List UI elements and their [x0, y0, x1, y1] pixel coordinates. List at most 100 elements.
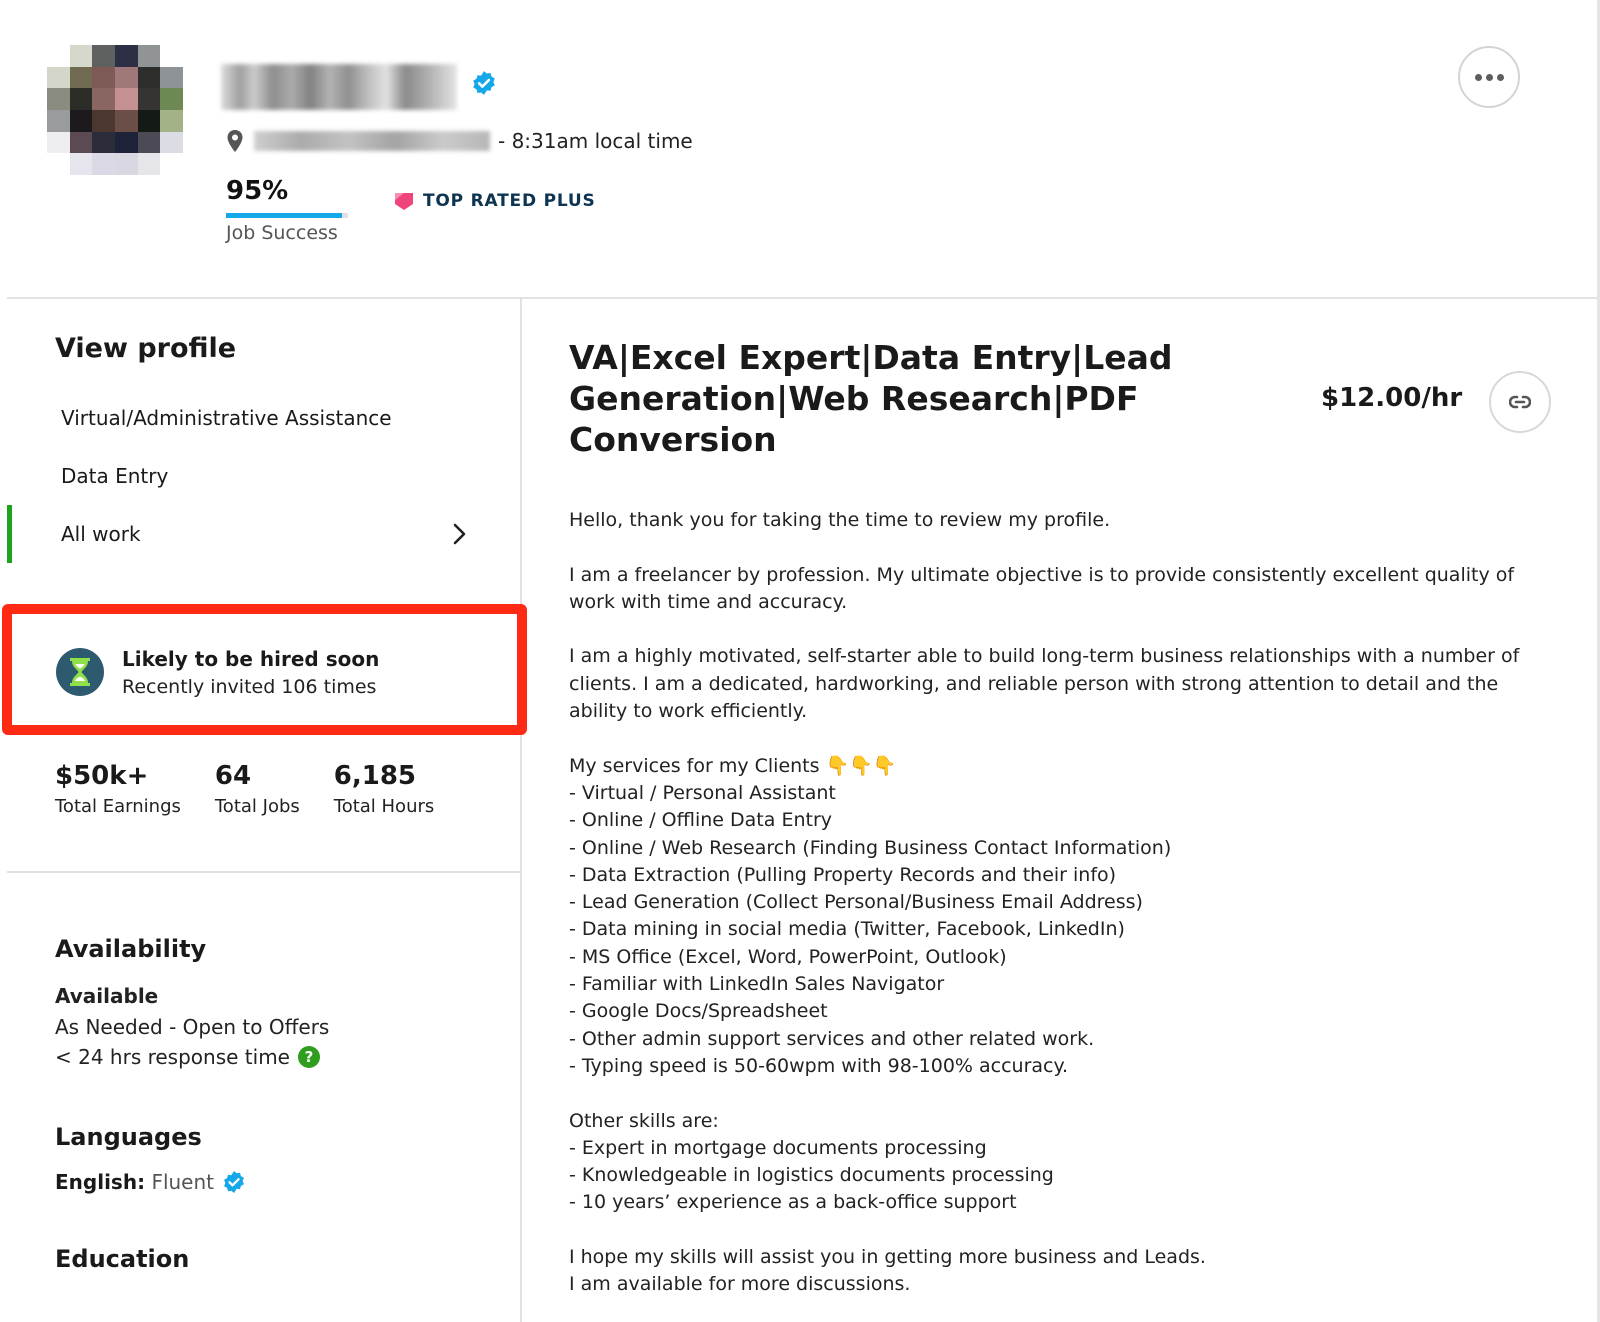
language-item: English: Fluent	[55, 1170, 246, 1194]
avatar-pixel	[137, 66, 161, 89]
stat-label: Total Hours	[333, 796, 435, 817]
avatar-pixel	[92, 153, 115, 175]
stat-label: Total Jobs	[214, 796, 300, 817]
avatar-pixel	[137, 131, 161, 154]
avatar-pixel	[47, 153, 70, 175]
stat-value: 6,185	[333, 761, 417, 791]
avatar	[47, 45, 183, 175]
overview-line: - Data Extraction (Pulling Property Reco…	[569, 863, 1117, 886]
help-question-icon[interactable]: ?	[297, 1046, 320, 1068]
location-row: - 8:31am local time	[226, 126, 693, 156]
stat-value: $50k+	[55, 761, 149, 791]
ellipsis-icon	[1496, 73, 1504, 81]
response-time-row: < 24 hrs response time ?	[55, 1045, 320, 1069]
nav-item-label: All work	[61, 522, 141, 546]
overview-line: Other skills are:	[569, 1109, 719, 1132]
verified-badge-icon	[473, 71, 495, 95]
overview-line: - 10 years’ experience as a back-office …	[569, 1191, 1017, 1214]
stat-total-earnings: $50k+ Total Earnings	[55, 759, 181, 821]
overview-line: - Familiar with LinkedIn Sales Navigator	[569, 973, 945, 996]
overview-line: I am a freelancer by profession. My ulti…	[569, 563, 1515, 613]
avatar-pixel	[137, 109, 161, 132]
verified-badge-icon	[224, 1171, 244, 1193]
overview-line: - Lead Generation (Collect Personal/Busi…	[569, 891, 1143, 914]
nav-item-label: Virtual/Administrative Assistance	[61, 406, 392, 430]
avatar-pixel	[92, 131, 115, 154]
avatar-pixel	[160, 109, 183, 132]
avatar-pixel	[92, 45, 115, 67]
avatar-pixel	[114, 131, 138, 154]
hourglass-icon	[56, 648, 104, 696]
avatar-pixel	[47, 109, 70, 132]
overview-line: - Other admin support services and other…	[569, 1027, 1095, 1050]
stat-label: Total Earnings	[55, 796, 181, 817]
avatar-pixel	[69, 88, 93, 110]
ellipsis-icon	[1474, 73, 1482, 81]
job-success-label: Job Success	[226, 222, 338, 244]
overview-line: I am a highly motivated, self-starter ab…	[569, 645, 1520, 723]
avatar-pixel	[47, 45, 70, 67]
freelancer-name-redacted	[221, 64, 457, 110]
profile-overview: Hello, thank you for taking the time to …	[569, 507, 1559, 1299]
avatar-pixel	[47, 131, 70, 154]
job-success-value: 95%	[226, 176, 289, 206]
nav-item-data-entry[interactable]: Data Entry	[0, 447, 520, 505]
copy-link-button[interactable]	[1489, 371, 1551, 433]
stat-total-hours: 6,185 Total Hours	[334, 759, 435, 821]
nav-item-virtual-admin[interactable]: Virtual/Administrative Assistance	[0, 389, 520, 447]
avatar-pixel	[137, 45, 161, 67]
avatar-pixel	[69, 45, 93, 67]
avatar-pixel	[160, 66, 183, 89]
profile-title: VA|Excel Expert|Data Entry|Lead Generati…	[569, 338, 1173, 459]
overview-line: - Typing speed is 50-60wpm with 98-100% …	[569, 1054, 1069, 1077]
more-options-button[interactable]	[1458, 46, 1520, 108]
avatar-pixel	[69, 66, 93, 89]
avatar-pixel	[137, 153, 161, 175]
availability-schedule: As Needed - Open to Offers	[55, 1015, 330, 1039]
view-profile-heading: View profile	[55, 333, 237, 364]
overview-line: - Knowledgeable in logistics documents p…	[569, 1164, 1054, 1187]
hourly-rate: $12.00/hr	[1321, 383, 1463, 413]
hire-notice-subtitle: Recently invited 106 times	[122, 676, 377, 698]
avatar-pixel	[114, 153, 138, 175]
avatar-pixel	[92, 109, 115, 132]
avatar-pixel	[160, 88, 183, 110]
overview-line: - Expert in mortgage documents processin…	[569, 1136, 987, 1159]
location-pin-icon	[227, 130, 243, 152]
overview-line: - Data mining in social media (Twitter, …	[569, 918, 1125, 941]
availability-heading: Availability	[55, 935, 207, 963]
education-heading: Education	[55, 1245, 190, 1273]
response-time: < 24 hrs response time	[55, 1045, 290, 1069]
overview-line: - Online / Offline Data Entry	[569, 809, 832, 832]
stats-row: $50k+ Total Earnings 64 Total Jobs 6,185…	[55, 759, 468, 821]
stats-divider	[7, 871, 520, 873]
avatar-pixel	[92, 66, 115, 89]
language-name: English:	[55, 1170, 146, 1194]
avatar-pixel	[47, 88, 70, 110]
languages-heading: Languages	[55, 1123, 202, 1151]
avatar-pixel	[47, 66, 70, 89]
profile-header: - 8:31am local time 95% Job Success TOP …	[0, 0, 1597, 297]
shield-badge-icon	[395, 193, 413, 210]
avatar-pixel	[114, 66, 138, 89]
avatar-pixel	[69, 109, 93, 132]
nav-item-label: Data Entry	[61, 464, 169, 488]
avatar-pixel	[160, 153, 183, 175]
avatar-pixel	[92, 88, 115, 110]
overview-line: - Online / Web Research (Finding Busines…	[569, 836, 1172, 859]
location-redacted	[254, 131, 490, 151]
local-time: - 8:31am local time	[498, 129, 693, 153]
job-success-bar-fill	[226, 213, 342, 218]
availability-status: Available	[55, 984, 159, 1008]
profile-sidebar: View profile Virtual/Administrative Assi…	[0, 299, 527, 1322]
avatar-pixel	[114, 109, 138, 132]
avatar-pixel	[114, 45, 138, 67]
avatar-pixel	[137, 88, 161, 110]
nav-item-all-work[interactable]: All work	[0, 505, 520, 563]
likely-hired-notice: Likely to be hired soon Recently invited…	[2, 604, 527, 735]
